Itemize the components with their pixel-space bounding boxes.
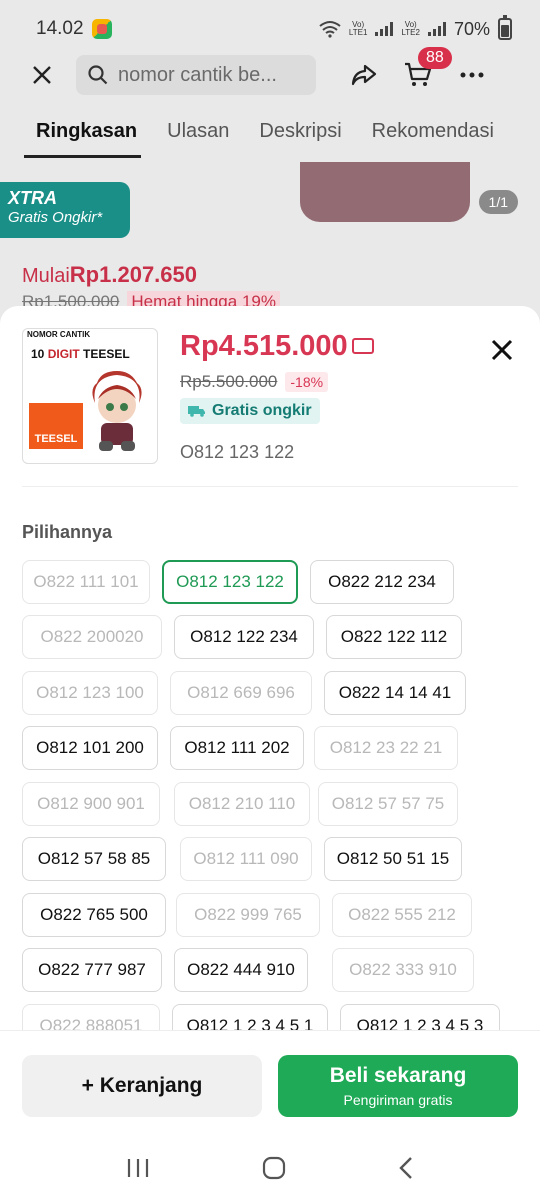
system-nav-bar: [0, 1140, 540, 1200]
variant-option-chip: O812 669 696: [170, 671, 312, 715]
old-price-row: Rp5.500.000 -18%: [180, 372, 329, 392]
tab-deskripsi[interactable]: Deskripsi: [259, 110, 341, 162]
wifi-icon: [319, 21, 341, 38]
variant-option-chip[interactable]: O812 57 58 85: [22, 837, 166, 881]
free-shipping-badge: Gratis ongkir: [180, 398, 320, 424]
cart-button[interactable]: 88: [398, 47, 452, 95]
search-input[interactable]: nomor cantik be...: [76, 55, 316, 95]
action-footer: + Keranjang Beli sekarang Pengiriman gra…: [0, 1030, 540, 1140]
buy-now-button[interactable]: Beli sekarang Pengiriman gratis: [278, 1055, 518, 1117]
search-icon: [88, 65, 108, 85]
tab-ulasan[interactable]: Ulasan: [167, 110, 229, 162]
variant-option-chip[interactable]: O812 50 51 15: [324, 837, 462, 881]
variant-option-chip: O822 333 910: [332, 948, 474, 992]
thumbnail-brand-card: TEESEL: [29, 403, 83, 449]
close-page-button[interactable]: [22, 55, 62, 95]
variant-option-chip[interactable]: O822 14 14 41: [324, 671, 466, 715]
product-tabs: Ringkasan Ulasan Deskripsi Rekomendasi: [0, 110, 540, 162]
top-bar: nomor cantik be... 88: [0, 47, 540, 98]
cart-count-badge: 88: [418, 47, 452, 69]
truck-icon: [188, 406, 205, 417]
variant-option-chip[interactable]: O812 1 2 3 4 5 1: [172, 1004, 328, 1030]
signal-sim2-label: Vo) LTE2: [401, 20, 420, 37]
variant-option-chip[interactable]: O822 212 234: [310, 560, 454, 604]
status-bar: 14.02 Vo) LTE1 Vo) LTE2 70%: [0, 0, 540, 58]
options-heading: Pilihannya: [22, 522, 113, 542]
recent-apps-icon: [127, 1158, 149, 1177]
more-icon: [460, 72, 484, 78]
xtra-free-shipping-banner: XTRA Gratis Ongkir*: [0, 182, 130, 238]
close-icon: [33, 66, 51, 84]
variant-option-chip[interactable]: O812 122 234: [174, 615, 314, 659]
thumbnail-logo: NOMOR CANTIK: [27, 330, 91, 339]
discount-badge: -18%: [285, 372, 329, 392]
variant-option-chip[interactable]: O812 1 2 3 4 5 3: [340, 1004, 500, 1030]
variant-option-chip: O812 111 090: [180, 837, 312, 881]
variant-option-chip: O812 23 22 21: [314, 726, 458, 770]
variant-option-chip[interactable]: O812 101 200: [22, 726, 158, 770]
selected-variant-label: O812 123 122: [180, 442, 295, 462]
battery-percent: 70%: [453, 18, 490, 39]
variant-options-grid: O822 111 101 O812 123 122 O822 212 234 O822…: [22, 560, 522, 1030]
app-notification-icon: [91, 19, 112, 39]
share-button[interactable]: [344, 55, 384, 95]
variant-option-chip[interactable]: O822 777 987: [22, 948, 162, 992]
variant-option-chip[interactable]: O822 765 500: [22, 893, 166, 937]
battery-icon: [498, 15, 512, 40]
product-summary: NOMOR CANTIK 10 DIGIT TEESEL TEESEL Rp4.…: [22, 328, 518, 468]
more-options-button[interactable]: [452, 55, 492, 95]
variant-option-chip: O822 555 212: [332, 893, 472, 937]
buy-now-label: Beli sekarang: [329, 1064, 467, 1087]
variant-option-chip[interactable]: O822 122 112: [326, 615, 462, 659]
home-icon: [262, 1156, 286, 1179]
variant-option-chip: O822 200020: [22, 615, 162, 659]
divider: [22, 486, 518, 487]
close-icon: [491, 339, 513, 361]
thumbnail-title: 10 DIGIT TEESEL: [31, 347, 130, 361]
product-image-figure: [300, 162, 470, 222]
variant-option-chip: O812 57 57 75: [318, 782, 458, 826]
product-image-carousel[interactable]: XTRA Gratis Ongkir* 1/1: [0, 162, 540, 244]
share-icon: [351, 64, 377, 86]
variant-option-chip: O822 888051: [22, 1004, 160, 1030]
recent-apps-button[interactable]: [126, 1157, 150, 1184]
status-time: 14.02: [36, 18, 84, 39]
variant-bottom-sheet: NOMOR CANTIK 10 DIGIT TEESEL TEESEL Rp4.…: [0, 306, 540, 1200]
figurine-illustration-icon: [92, 371, 142, 451]
variant-option-chip[interactable]: O822 444 910: [174, 948, 308, 992]
tab-rekomendasi[interactable]: Rekomendasi: [372, 110, 494, 162]
variant-option-chip: O812 123 100: [22, 671, 158, 715]
voucher-icon: [352, 338, 374, 354]
close-sheet-button[interactable]: [484, 332, 520, 368]
variant-option-chip[interactable]: O812 111 202: [170, 726, 304, 770]
search-placeholder: nomor cantik be...: [118, 63, 277, 86]
variant-option-chip: O812 210 110: [174, 782, 310, 826]
background-price: MulaiRp1.207.650: [22, 262, 197, 287]
signal-sim1-icon: [375, 22, 394, 36]
home-button[interactable]: [262, 1156, 286, 1185]
tab-ringkasan[interactable]: Ringkasan: [23, 110, 142, 162]
image-counter: 1/1: [478, 190, 518, 214]
signal-sim2-icon: [427, 22, 446, 36]
add-to-cart-button[interactable]: + Keranjang: [22, 1055, 262, 1117]
signal-sim1-label: Vo) LTE1: [348, 20, 368, 37]
variant-option-chip: O822 999 765: [176, 893, 320, 937]
buy-now-sublabel: Pengiriman gratis: [343, 1092, 453, 1108]
old-price: Rp5.500.000: [180, 372, 278, 391]
variant-option-chip[interactable]: O812 123 122: [162, 560, 298, 604]
variant-option-chip: O822 111 101: [22, 560, 150, 604]
product-thumbnail: NOMOR CANTIK 10 DIGIT TEESEL TEESEL: [22, 328, 158, 464]
back-button[interactable]: [398, 1156, 414, 1185]
variant-option-chip: O812 900 901: [22, 782, 160, 826]
back-icon: [399, 1156, 412, 1179]
variant-price: Rp4.515.000: [180, 330, 348, 362]
